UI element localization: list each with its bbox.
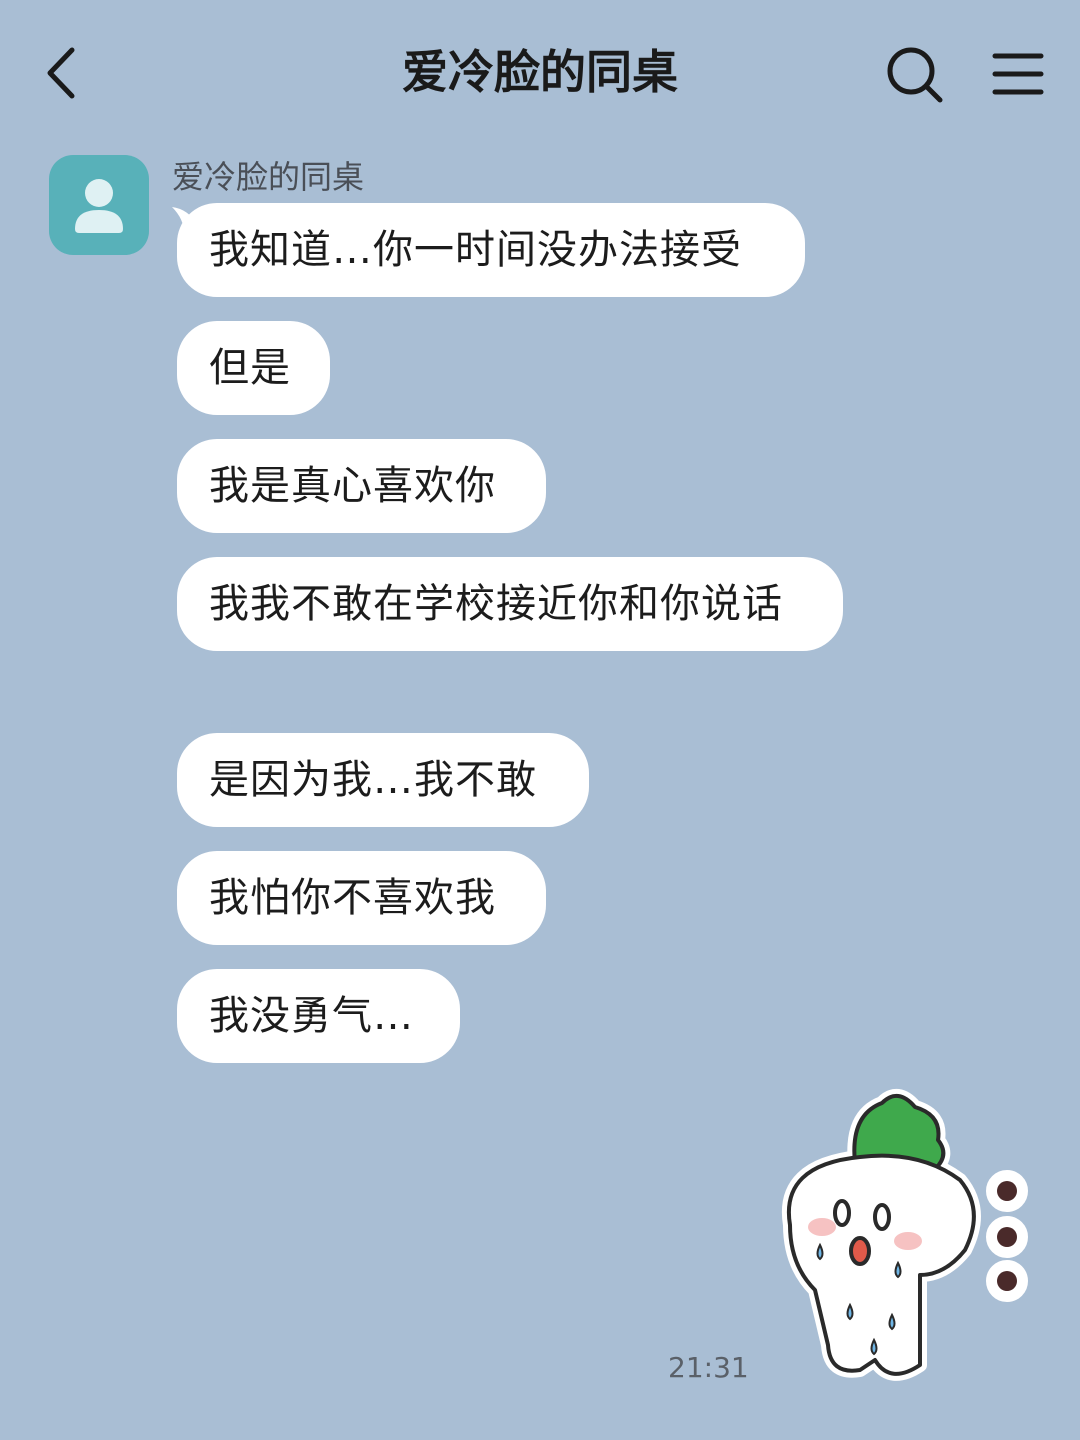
avatar[interactable] (49, 155, 149, 255)
message-bubble[interactable]: 我怕你不喜欢我 (177, 851, 546, 945)
message-bubble[interactable]: 我没勇气… (177, 969, 460, 1063)
search-button[interactable] (880, 40, 950, 110)
page-title: 爱冷脸的同桌 (402, 45, 678, 99)
message-bubble[interactable]: 但是 (177, 321, 330, 415)
message-timestamp: 21:31 (668, 1351, 749, 1384)
message-bubble[interactable]: 是因为我…我不敢 (177, 733, 589, 827)
search-icon (887, 47, 943, 103)
message-bubble[interactable]: 我是真心喜欢你 (177, 439, 546, 533)
message-bubble[interactable]: 我我不敢在学校接近你和你说话 (177, 557, 843, 651)
menu-icon (992, 53, 1044, 95)
radish-sticker-icon (781, 1089, 1028, 1381)
chat-header: 爱冷脸的同桌 (0, 0, 1080, 145)
person-icon (75, 179, 123, 233)
back-button[interactable] (28, 38, 98, 108)
sender-name: 爱冷脸的同桌 (172, 158, 365, 196)
chevron-left-icon (47, 47, 75, 99)
menu-button[interactable] (985, 40, 1055, 110)
message-bubble[interactable]: 我知道…你一时间没办法接受 (177, 203, 805, 297)
crying-radish-sticker[interactable] (770, 1085, 1040, 1390)
